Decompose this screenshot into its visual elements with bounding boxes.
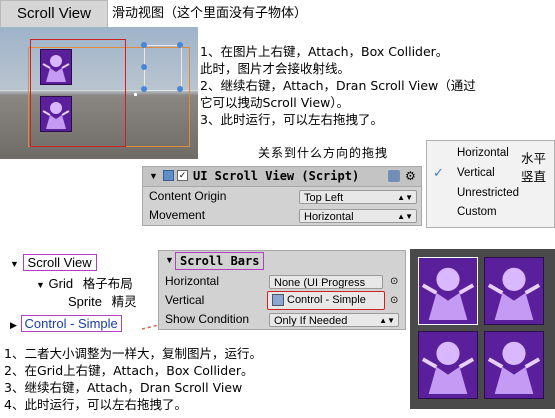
hierarchy-panel: ▼ Scroll View ▼ Grid 格子布局 Sprite 精灵 ▶ Co… — [8, 248, 152, 340]
content-origin-row: Content Origin Top Left ▲▼ — [143, 187, 421, 206]
field-label: Horizontal — [165, 274, 220, 288]
sprite-icon[interactable] — [40, 49, 72, 85]
dropdown-arrow-icon: ▲▼ — [379, 316, 395, 325]
object-picker-icon[interactable]: ⊙ — [390, 291, 398, 310]
handle-icon[interactable] — [141, 86, 147, 92]
note-line: 它可以拽动Scroll View）。 — [200, 95, 350, 110]
notes-top: 1、在图片上右键，Attach，Box Collider。 此时，图片才会接收射… — [200, 43, 476, 128]
note-line: 1、在图片上右键，Attach，Box Collider。 — [200, 44, 449, 59]
horizontal-note: 水平 — [521, 152, 547, 166]
hierarchy-label: Control - Simple — [20, 315, 122, 332]
dropdown-value: Top Left — [304, 192, 344, 204]
dropdown-value: Only If Needed — [274, 315, 348, 327]
inspector-header[interactable]: ▼ ✓ UI Scroll View (Script) ⚙ — [143, 167, 421, 187]
field-value: Control - Simple — [287, 294, 366, 306]
dropdown-arrow-icon: ▲▼ — [397, 193, 413, 202]
handle-icon[interactable] — [141, 42, 147, 48]
menu-item-custom[interactable]: Custom — [457, 206, 497, 218]
handle-icon[interactable] — [177, 86, 183, 92]
field-value: None (UI Progress — [274, 277, 366, 289]
note-line: 2、继续右键，Attach，Dran Scroll View（通过 — [200, 78, 476, 93]
control-icon — [272, 294, 284, 307]
foldout-closed-icon[interactable]: ▶ — [10, 320, 17, 330]
vertical-scrollbar-field[interactable]: Control - Simple — [267, 291, 385, 310]
note-line: 2、在Grid上右键，Attach，Box Collider。 — [4, 363, 254, 378]
checkmark-icon: ✓ — [433, 165, 444, 180]
movement-dropdown[interactable]: Horizontal ▲▼ — [299, 209, 417, 223]
hierarchy-row-scroll-view[interactable]: ▼ Scroll View — [10, 254, 97, 271]
help-icon[interactable] — [388, 170, 400, 182]
enabled-checkbox[interactable]: ✓ — [177, 170, 188, 181]
notes-bottom: 1、二者大小调整为一样大，复制图片，运行。 2、在Grid上右键，Attach，… — [4, 345, 262, 413]
note-line: 此时，图片才会接收射线。 — [200, 61, 351, 76]
sprite-icon — [418, 257, 478, 325]
vertical-note: 竖直 — [521, 170, 547, 184]
foldout-icon[interactable]: ▼ — [165, 251, 174, 270]
pivot-dot — [134, 93, 137, 96]
hierarchy-row-grid[interactable]: ▼ Grid 格子布局 — [36, 276, 133, 293]
menu-item-unrestricted[interactable]: Unrestricted — [457, 187, 519, 199]
field-label: Vertical — [165, 293, 205, 307]
content-origin-dropdown[interactable]: Top Left ▲▼ — [299, 190, 417, 204]
scroll-bars-panel: ▼ Scroll Bars Horizontal None (UI Progre… — [158, 250, 406, 330]
scene-view[interactable] — [0, 27, 198, 159]
foldout-icon[interactable]: ▼ — [10, 259, 19, 269]
hierarchy-row-control-simple[interactable]: ▶ Control - Simple — [10, 315, 122, 332]
hierarchy-label: Scroll View — [22, 254, 97, 271]
field-label: Content Origin — [149, 189, 227, 203]
horizontal-scrollbar-field[interactable]: None (UI Progress — [269, 275, 383, 289]
movement-row: Movement Horizontal ▲▼ — [143, 206, 421, 225]
field-label: Movement — [149, 208, 206, 222]
title-note: 滑动视图（这个里面没有子物体） — [112, 6, 308, 21]
horizontal-scrollbar-row: Horizontal None (UI Progress ⊙ — [159, 272, 405, 291]
movement-menu: Horizontal ✓ Vertical Unrestricted Custo… — [426, 140, 555, 228]
vertical-scrollbar-row: Vertical Control - Simple ⊙ — [159, 291, 405, 310]
dropdown-value: Horizontal — [304, 211, 354, 223]
foldout-icon[interactable]: ▼ — [149, 167, 158, 186]
ui-scroll-view-inspector: ▼ ✓ UI Scroll View (Script) ⚙ Content Or… — [142, 166, 422, 226]
inspector-title: UI Scroll View (Script) — [193, 169, 360, 183]
note-line: 3、此时运行，可以左右拖拽了。 — [200, 112, 383, 127]
show-condition-dropdown[interactable]: Only If Needed ▲▼ — [269, 313, 399, 327]
gear-icon[interactable]: ⚙ — [405, 167, 416, 186]
sprite-icon — [484, 331, 544, 399]
script-icon — [163, 170, 174, 181]
sprite-icon — [418, 331, 478, 399]
note-line: 1、二者大小调整为一样大，复制图片，运行。 — [4, 346, 262, 361]
foldout-icon[interactable]: ▼ — [36, 280, 45, 290]
hierarchy-note: 格子布局 — [82, 277, 133, 291]
handle-icon[interactable] — [177, 42, 183, 48]
object-picker-icon[interactable]: ⊙ — [390, 272, 398, 291]
menu-item-vertical[interactable]: Vertical — [457, 167, 495, 179]
note-line: 4、此时运行，可以左右拖拽了。 — [4, 397, 187, 412]
dropdown-arrow-icon: ▲▼ — [397, 212, 413, 221]
handle-icon[interactable] — [141, 64, 147, 70]
field-label: Show Condition — [165, 312, 250, 326]
selection-box — [144, 45, 182, 91]
scroll-bars-title: Scroll Bars — [175, 252, 265, 270]
relation-note: 关系到什么方向的拖拽 — [258, 146, 389, 160]
scroll-view-title-tab: Scroll View — [0, 0, 108, 28]
show-condition-row: Show Condition Only If Needed ▲▼ — [159, 310, 405, 329]
note-line: 3、继续右键，Attach，Dran Scroll View — [4, 380, 243, 395]
sprite-grid-preview — [410, 249, 555, 409]
menu-item-horizontal[interactable]: Horizontal — [457, 147, 509, 159]
hierarchy-label: Grid — [48, 276, 74, 291]
hierarchy-label: Sprite — [68, 294, 102, 309]
scroll-bars-header[interactable]: ▼ Scroll Bars — [159, 251, 405, 270]
hierarchy-note: 精灵 — [111, 295, 137, 309]
hierarchy-row-sprite[interactable]: Sprite 精灵 — [68, 294, 137, 311]
sprite-icon — [484, 257, 544, 325]
sprite-icon[interactable] — [40, 96, 72, 132]
